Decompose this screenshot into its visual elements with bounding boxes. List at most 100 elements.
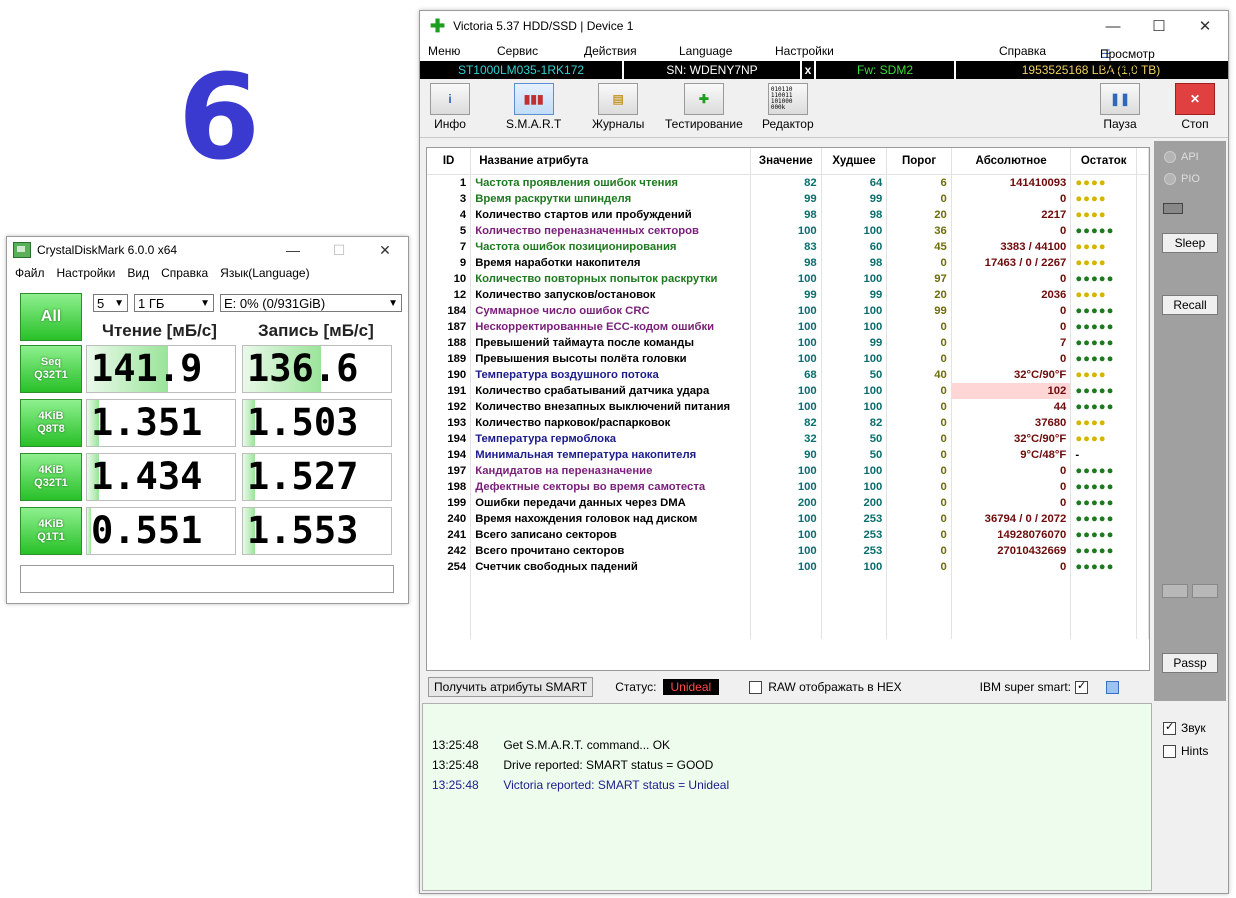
drive-select[interactable]: E: 0% (0/931GiB) ▼ xyxy=(220,294,402,312)
table-row[interactable]: 184 Суммарное число ошибок CRC 100 100 9… xyxy=(427,303,1149,319)
hints-checkbox[interactable] xyxy=(1163,744,1176,758)
pause-button[interactable]: ❚❚ Пауза xyxy=(1100,83,1140,131)
test-queue: Q32T1 xyxy=(34,369,68,381)
close-icon[interactable]: ✕ xyxy=(1182,17,1228,35)
maximize-icon[interactable]: ☐ xyxy=(1136,17,1182,35)
attr-name: Количество внезапных выключений питания xyxy=(470,399,751,415)
attr-worst: 100 xyxy=(821,319,888,335)
menu-help[interactable]: Справка xyxy=(999,44,1046,58)
table-row[interactable]: 7 Частота ошибок позиционирования 83 60 … xyxy=(427,239,1149,255)
test-queue: Q8T8 xyxy=(37,423,65,435)
menu-file[interactable]: Файл xyxy=(15,266,45,280)
smart-tubes-icon: ▮▮▮ xyxy=(513,83,554,115)
table-row[interactable]: 194 Температура гермоблока 32 50 0 32°C/… xyxy=(427,431,1149,447)
hints-toggle[interactable]: Hints xyxy=(1163,744,1208,758)
table-row[interactable]: 190 Температура воздушного потока 68 50 … xyxy=(427,367,1149,383)
table-row[interactable]: 10 Количество повторных попыток раскрутк… xyxy=(427,271,1149,287)
attr-worst: 100 xyxy=(821,351,888,367)
menu-language[interactable]: Language xyxy=(679,44,732,58)
col-id[interactable]: ID xyxy=(427,148,472,175)
table-row[interactable]: 241 Всего записано секторов 100 253 0 14… xyxy=(427,527,1149,543)
test-button[interactable]: 4KiB Q1T1 xyxy=(20,507,82,555)
table-row[interactable]: 3 Время раскрутки шпинделя 99 99 0 0 ●●●… xyxy=(427,191,1149,207)
test-button[interactable]: 4KiB Q8T8 xyxy=(20,399,82,447)
first-aid-icon: ✚ xyxy=(683,83,724,115)
raw-hex-checkbox[interactable] xyxy=(749,680,763,694)
attr-raw: 44 xyxy=(951,399,1072,415)
table-row[interactable]: 9 Время наработки накопителя 98 98 0 174… xyxy=(427,255,1149,271)
table-row[interactable]: 194 Минимальная температура накопителя 9… xyxy=(427,447,1149,463)
table-row[interactable]: 1 Частота проявления ошибок чтения 82 64… xyxy=(427,174,1149,191)
size-select[interactable]: 1 ГБ ▼ xyxy=(134,294,214,312)
col-threshold[interactable]: Порог xyxy=(886,148,952,175)
stop-button[interactable]: ✕ Стоп xyxy=(1175,83,1215,131)
menu-service[interactable]: Сервис xyxy=(497,44,538,58)
ibm-super-smart-checkbox[interactable] xyxy=(1075,679,1089,694)
menu-view[interactable]: Вид xyxy=(127,266,149,280)
col-rest[interactable]: Остаток xyxy=(1070,148,1138,175)
table-row[interactable]: 240 Время нахождения головок над диском … xyxy=(427,511,1149,527)
table-row[interactable]: 187 Нескорректированные ECC-кодом ошибки… xyxy=(427,319,1149,335)
table-row[interactable]: 191 Количество срабатываний датчика удар… xyxy=(427,383,1149,399)
count-select[interactable]: 5 ▼ xyxy=(93,294,128,312)
col-name[interactable]: Название атрибута xyxy=(470,148,751,175)
attr-value: 100 xyxy=(750,383,822,399)
table-row[interactable]: 192 Количество внезапных выключений пита… xyxy=(427,399,1149,415)
table-row[interactable]: 198 Дефектные секторы во время самотеста… xyxy=(427,479,1149,495)
col-raw[interactable]: Абсолютное xyxy=(951,148,1072,175)
testing-button[interactable]: ✚ Тестирование xyxy=(665,83,743,131)
journals-button[interactable]: ▤ Журналы xyxy=(592,83,644,131)
size-value: 1 ГБ xyxy=(138,295,165,311)
menu-help[interactable]: Справка xyxy=(161,266,208,280)
write-result: 1.553 xyxy=(242,507,392,555)
attr-id: 4 xyxy=(427,207,472,223)
minimize-icon[interactable]: — xyxy=(1090,18,1136,35)
pio-radio: PIO xyxy=(1164,173,1200,185)
table-row[interactable]: 12 Количество запусков/остановок 99 99 2… xyxy=(427,287,1149,303)
cdm-controls: 5 ▼ 1 ГБ ▼ E: 0% (0/931GiB) ▼ xyxy=(93,294,402,312)
col-worst[interactable]: Худшее xyxy=(821,148,888,175)
recall-button[interactable]: Recall xyxy=(1162,295,1218,315)
comment-field[interactable] xyxy=(20,565,394,593)
drive-x-button[interactable]: x xyxy=(802,61,816,79)
test-button[interactable]: 4KiB Q32T1 xyxy=(20,453,82,501)
table-row[interactable]: 5 Количество переназначенных секторов 10… xyxy=(427,223,1149,239)
sleep-button[interactable]: Sleep xyxy=(1162,233,1218,253)
attr-rest: ●●●● xyxy=(1070,255,1138,271)
table-row[interactable]: 193 Количество парковок/распарковок 82 8… xyxy=(427,415,1149,431)
minimize-icon[interactable]: — xyxy=(270,242,316,258)
table-row[interactable]: 242 Всего прочитано секторов 100 253 0 2… xyxy=(427,543,1149,559)
color-swatch[interactable] xyxy=(1106,680,1120,694)
smart-button[interactable]: ▮▮▮ S.M.A.R.T xyxy=(506,83,561,131)
table-row[interactable]: 4 Количество стартов или пробуждений 98 … xyxy=(427,207,1149,223)
attr-id: 184 xyxy=(427,303,472,319)
close-icon[interactable]: ✕ xyxy=(362,242,408,259)
table-row[interactable]: 199 Ошибки передачи данных через DMA 200… xyxy=(427,495,1149,511)
attr-value: 100 xyxy=(750,399,822,415)
menu-language[interactable]: Язык(Language) xyxy=(220,266,309,280)
editor-button[interactable]: 010110 110011 101000 000k Редактор xyxy=(762,83,814,131)
menu-settings[interactable]: Настройки xyxy=(57,266,116,280)
test-button[interactable]: Seq Q32T1 xyxy=(20,345,82,393)
table-row[interactable]: 254 Счетчик свободных падений 100 100 0 … xyxy=(427,559,1149,575)
smart-attribute-table: ID Название атрибута Значение Худшее Пор… xyxy=(426,147,1150,671)
sound-checkbox[interactable] xyxy=(1163,720,1176,735)
col-value[interactable]: Значение xyxy=(750,148,822,175)
attr-raw: 37680 xyxy=(951,415,1072,431)
attr-threshold: 99 xyxy=(886,303,952,319)
menu-settings[interactable]: Настройки xyxy=(775,44,834,58)
info-button[interactable]: i Инфо xyxy=(430,83,470,131)
table-row[interactable]: 188 Превышений таймаута после команды 10… xyxy=(427,335,1149,351)
menu-actions[interactable]: Действия xyxy=(584,44,637,58)
info-label: Инфо xyxy=(434,117,466,131)
sound-toggle[interactable]: Звук xyxy=(1163,720,1206,735)
passp-button[interactable]: Passp xyxy=(1162,653,1218,673)
log-text: Victoria reported: SMART status = Unidea… xyxy=(503,778,730,792)
table-row[interactable]: 189 Превышения высоты полёта головки 100… xyxy=(427,351,1149,367)
victoria-title: Victoria 5.37 HDD/SSD | Device 1 xyxy=(453,19,634,33)
table-row[interactable]: 197 Кандидатов на переназначение 100 100… xyxy=(427,463,1149,479)
test-queue: Q1T1 xyxy=(37,531,65,543)
menu-main[interactable]: Меню xyxy=(428,44,460,58)
get-smart-button[interactable]: Получить атрибуты SMART xyxy=(428,677,594,697)
all-button[interactable]: All xyxy=(20,293,82,341)
